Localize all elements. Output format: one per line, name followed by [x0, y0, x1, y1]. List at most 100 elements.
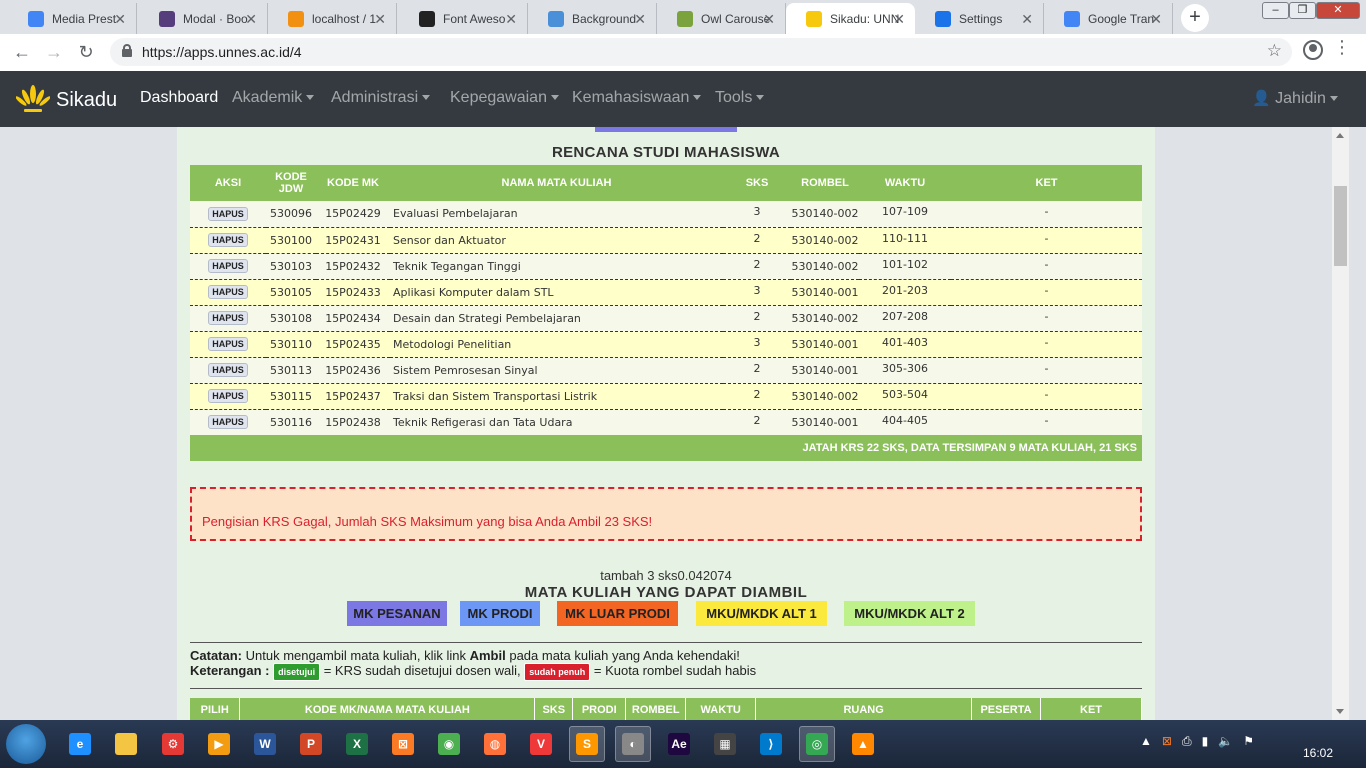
close-icon[interactable]: ✕	[1150, 11, 1162, 28]
nav-kemahasiswaan[interactable]: Kemahasiswaan	[572, 89, 702, 107]
tab-media-prest[interactable]: Media Prest ✕	[8, 3, 137, 34]
forward-button[interactable]: →	[42, 40, 66, 64]
tab-font-aweso[interactable]: Font Aweso ✕	[399, 3, 528, 34]
usb-tray-icon[interactable]: ⎙	[1182, 734, 1192, 748]
tab-localhost-1[interactable]: localhost / 1 ✕	[268, 3, 397, 34]
maximize-button[interactable]: ❐	[1289, 2, 1316, 19]
volume-icon[interactable]: 🔈	[1218, 734, 1233, 748]
xampp-taskbar-button[interactable]: ⊠	[385, 726, 421, 762]
cell-rombel: 530140-002	[791, 201, 859, 228]
tab-owl-carouse[interactable]: Owl Carouse ✕	[657, 3, 786, 34]
category-mk-luar-prodi[interactable]: MK LUAR PRODI	[557, 601, 678, 626]
new-tab-button[interactable]: +	[1181, 4, 1209, 32]
hapus-button[interactable]: HAPUS	[208, 337, 248, 351]
close-icon[interactable]: ✕	[634, 11, 646, 28]
vscode-taskbar-button[interactable]: ⟩	[753, 726, 789, 762]
cell-nama: Evaluasi Pembelajaran	[390, 201, 723, 228]
system-tray: ▲ ⊠ ⎙ ▮ 🔈 ⚑	[1140, 734, 1254, 749]
hapus-button[interactable]: HAPUS	[208, 206, 248, 221]
cell-kode-mk: 15P02432	[316, 253, 390, 280]
hapus-button[interactable]: HAPUS	[208, 259, 248, 273]
word-taskbar-button[interactable]: W	[247, 726, 283, 762]
cell-rombel: 530140-002	[791, 383, 859, 410]
category-mk-pesanan[interactable]: MK PESANAN	[347, 601, 447, 626]
category-mk-prodi[interactable]: MK PRODI	[460, 601, 540, 626]
mk-col-ket: KET	[1040, 698, 1142, 720]
nav-label: Dashboard	[140, 89, 219, 106]
bookmark-star-icon[interactable]: ☆	[1267, 41, 1282, 61]
cell-ket: -	[951, 331, 1142, 358]
divider	[190, 642, 1142, 643]
explorer-taskbar-button[interactable]	[108, 726, 144, 762]
page-scrollbar[interactable]	[1332, 127, 1349, 720]
tab-modal-boo[interactable]: Modal · Boo ✕	[139, 3, 268, 34]
after-effects-taskbar-button[interactable]: Ae	[661, 726, 697, 762]
nav-administrasi[interactable]: Administrasi	[331, 89, 431, 107]
vlc-taskbar-button[interactable]: ▲	[845, 726, 881, 762]
tab-settings[interactable]: Settings ✕	[915, 3, 1044, 34]
close-icon[interactable]: ✕	[763, 11, 775, 28]
nav-kepegawaian[interactable]: Kepegawaian	[450, 89, 559, 107]
taskbar-clock[interactable]: 16:02	[1303, 746, 1333, 760]
mk-col-ruang: RUANG	[755, 698, 973, 720]
tab-google-tran[interactable]: Google Tran ✕	[1044, 3, 1173, 34]
reload-button[interactable]: ↻	[74, 40, 98, 64]
category-mku-mkdk-alt-2[interactable]: MKU/MKDK ALT 2	[844, 601, 975, 626]
settings-app-icon: ⚙	[162, 733, 184, 755]
excel-taskbar-button[interactable]: X	[339, 726, 375, 762]
nav-tools[interactable]: Tools	[715, 89, 765, 107]
close-icon[interactable]: ✕	[114, 11, 126, 28]
window-close-button[interactable]: ✕	[1316, 2, 1360, 19]
network-signal-icon[interactable]: ▮	[1202, 734, 1209, 748]
user-menu[interactable]: 👤 Jahidin	[1252, 89, 1338, 108]
tray-expand-icon[interactable]: ▲	[1140, 734, 1152, 748]
wifi-app-taskbar-button[interactable]: ◉	[431, 726, 467, 762]
after-effects-icon: Ae	[668, 733, 690, 755]
xampp-tray-icon[interactable]: ⊠	[1162, 734, 1172, 748]
tab-sikadu-unn[interactable]: Sikadu: UNN ✕	[786, 3, 915, 34]
address-bar[interactable]: https://apps.unnes.ac.id/4 ☆	[110, 38, 1292, 66]
category-mku-mkdk-alt-1[interactable]: MKU/MKDK ALT 1	[696, 601, 827, 626]
hapus-button[interactable]: HAPUS	[208, 415, 248, 429]
close-icon[interactable]: ✕	[245, 11, 257, 28]
tab-background[interactable]: Background ✕	[528, 3, 657, 34]
flag-notification-icon[interactable]: ⚑	[1243, 734, 1254, 748]
settings-app-taskbar-button[interactable]: ⚙	[155, 726, 191, 762]
minimize-button[interactable]: –	[1262, 2, 1289, 19]
vivaldi-taskbar-button[interactable]: V	[523, 726, 559, 762]
hapus-button[interactable]: HAPUS	[208, 363, 248, 377]
scroll-up-icon[interactable]	[1336, 133, 1344, 138]
scroll-down-icon[interactable]	[1336, 709, 1344, 714]
excel-icon: X	[346, 733, 368, 755]
windows-start-button[interactable]	[6, 724, 46, 764]
close-icon[interactable]: ✕	[1021, 11, 1033, 28]
browser-menu-icon[interactable]: ⋮	[1333, 38, 1351, 56]
windows-taskbar: e ⚙ ▶ W P X ⊠ ◉ ◍ V S ◐ Ae ▦ ⟩ ◎ ▲ ▲ ⊠ ⎙ ▮ 🔈 ⚑ 16:02	[0, 720, 1366, 768]
brand[interactable]: Sikadu	[16, 83, 117, 117]
close-icon[interactable]: ✕	[374, 11, 386, 28]
ie-taskbar-button[interactable]: e	[62, 726, 98, 762]
hapus-button[interactable]: HAPUS	[208, 233, 248, 247]
keterangan-label: Keterangan :	[190, 663, 270, 678]
chrome-taskbar-button[interactable]: ◎	[799, 726, 835, 762]
media-player-taskbar-button[interactable]: ▶	[201, 726, 237, 762]
table-row: HAPUS 530103 15P02432 Teknik Tegangan Tingg…	[190, 253, 1142, 280]
hapus-button[interactable]: HAPUS	[208, 311, 248, 325]
cell-kode-jdw: 530096	[266, 201, 316, 228]
scroll-thumb[interactable]	[1334, 186, 1347, 266]
hapus-button[interactable]: HAPUS	[208, 389, 248, 403]
back-button[interactable]: ←	[10, 40, 34, 64]
close-icon[interactable]: ✕	[505, 11, 517, 28]
calculator-taskbar-button[interactable]: ▦	[707, 726, 743, 762]
sublime-taskbar-button[interactable]: S	[569, 726, 605, 762]
powerpoint-taskbar-button[interactable]: P	[293, 726, 329, 762]
nav-dashboard[interactable]: Dashboard	[140, 89, 218, 107]
sublime-icon: S	[576, 733, 598, 755]
close-icon[interactable]: ✕	[893, 11, 905, 28]
col-kode-jdw-line1: KODE	[275, 171, 307, 183]
profile-icon[interactable]	[1303, 40, 1323, 60]
nav-akademik[interactable]: Akademik	[232, 89, 315, 107]
inkscape-taskbar-button[interactable]: ◐	[615, 726, 651, 762]
firefox-taskbar-button[interactable]: ◍	[477, 726, 513, 762]
hapus-button[interactable]: HAPUS	[208, 285, 248, 299]
